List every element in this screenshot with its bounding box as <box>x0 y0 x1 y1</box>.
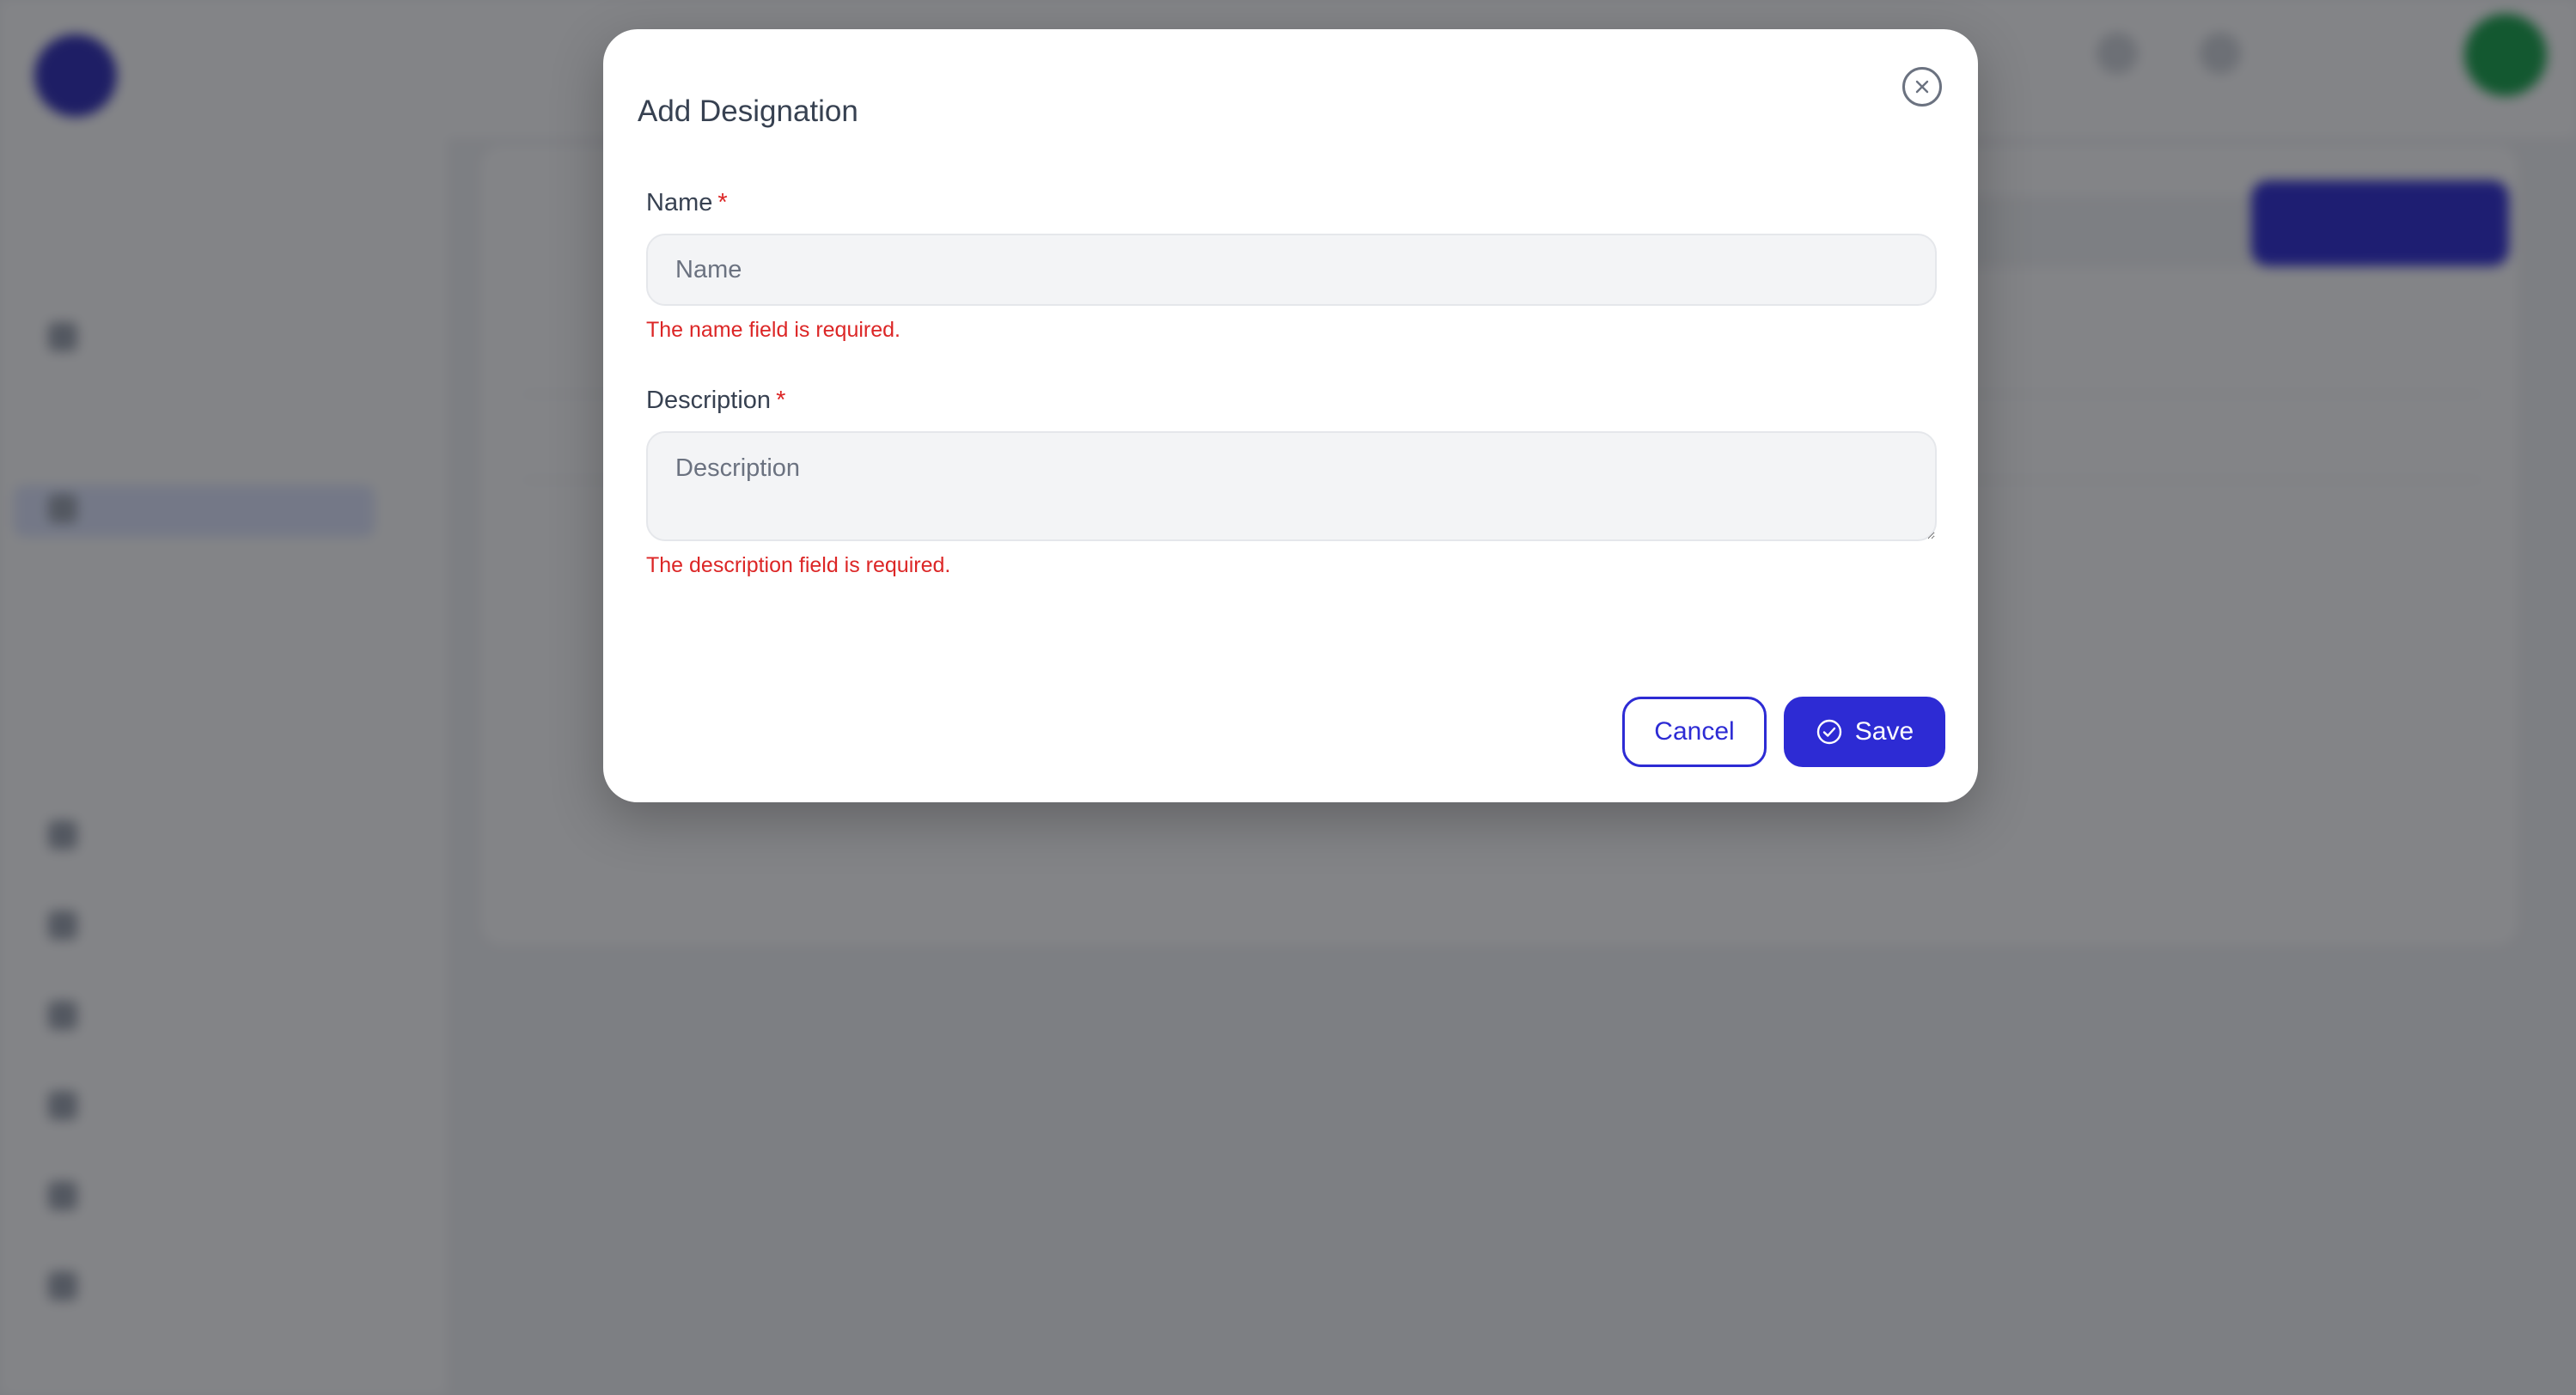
name-label: Name * <box>646 189 728 217</box>
save-button-label: Save <box>1854 717 1914 746</box>
cancel-button[interactable]: Cancel <box>1622 697 1767 767</box>
close-button[interactable] <box>1902 67 1942 107</box>
required-marker: * <box>717 189 728 216</box>
cancel-button-label: Cancel <box>1654 717 1735 746</box>
add-designation-modal: Add Designation Name* The name field is … <box>603 29 1978 802</box>
required-marker: * <box>776 387 786 414</box>
name-error-message: The name field is required. <box>646 318 900 342</box>
save-button[interactable]: Save <box>1784 697 1945 767</box>
description-label: Description * <box>646 387 785 415</box>
description-textarea[interactable] <box>646 431 1937 541</box>
modal-title: Add Designation <box>638 94 858 128</box>
close-icon <box>1915 80 1929 94</box>
description-error-message: The description field is required. <box>646 553 951 577</box>
check-circle-icon <box>1816 719 1841 745</box>
name-input[interactable] <box>646 234 1937 306</box>
description-label-text: Description <box>646 387 772 414</box>
app-root: Add Designation Name* The name field is … <box>0 0 2576 1395</box>
name-label-text: Name <box>646 189 713 216</box>
